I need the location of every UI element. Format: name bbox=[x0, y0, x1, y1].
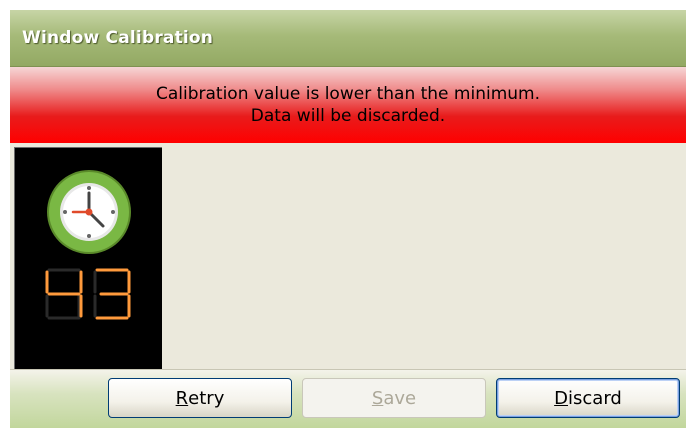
calibration-reading-value: 43 bbox=[43, 266, 45, 267]
retry-label: etry bbox=[188, 387, 225, 409]
discard-button[interactable]: Discard bbox=[496, 378, 680, 418]
sensor-panel: 43 bbox=[14, 147, 164, 371]
content-area bbox=[162, 147, 686, 369]
retry-mnemonic: R bbox=[175, 387, 189, 409]
save-mnemonic: S bbox=[371, 387, 384, 409]
error-banner: Calibration value is lower than the mini… bbox=[10, 67, 686, 143]
save-label: ave bbox=[383, 387, 417, 409]
clock-icon bbox=[47, 170, 131, 254]
error-message-line-2: Data will be discarded. bbox=[250, 106, 446, 126]
discard-label: iscard bbox=[568, 387, 622, 409]
calibration-reading-display: 43 bbox=[43, 266, 131, 320]
error-message-line-1: Calibration value is lower than the mini… bbox=[155, 84, 541, 104]
save-button: Save bbox=[302, 378, 486, 418]
title-bar[interactable]: Window Calibration bbox=[10, 10, 686, 67]
discard-mnemonic: D bbox=[554, 387, 569, 409]
retry-button[interactable]: Retry bbox=[108, 378, 292, 418]
button-bar: Retry Save Discard bbox=[10, 369, 686, 428]
calibration-window: Window Calibration Calibration value is … bbox=[10, 10, 686, 428]
window-title: Window Calibration bbox=[22, 28, 214, 48]
